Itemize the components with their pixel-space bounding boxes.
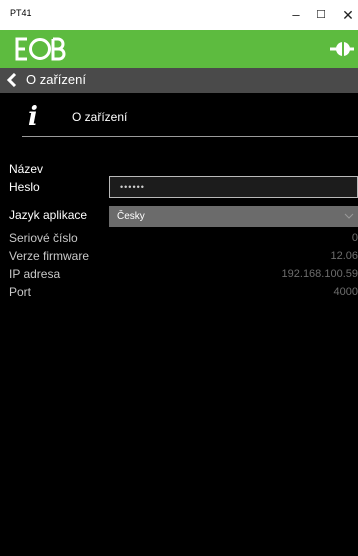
serial-label: Seriové číslo [9, 231, 78, 245]
serial-value: 0 [351, 232, 358, 244]
window-titlebar: PT41 – ☐ ✕ [0, 0, 358, 30]
eob-logo [15, 37, 66, 61]
ip-row: IP adresa 192.168.100.59 [0, 266, 358, 284]
password-field[interactable]: •••••• [109, 176, 358, 198]
connection-plug-icon[interactable] [330, 39, 354, 59]
ip-label: IP adresa [9, 267, 61, 281]
maximize-button[interactable]: ☐ [311, 5, 331, 25]
minimize-button[interactable]: – [286, 5, 306, 25]
port-value: 4000 [333, 286, 358, 298]
port-label: Port [9, 285, 32, 299]
name-label: Název [9, 162, 44, 176]
app-header [0, 30, 358, 68]
language-row: Jazyk aplikace Česky [0, 206, 358, 227]
back-arrow-icon[interactable] [6, 73, 18, 87]
close-button[interactable]: ✕ [338, 5, 358, 25]
device-info-panel: i O zařízení Název Heslo •••••• Jazyk ap… [0, 93, 358, 556]
navigation-bar: O zařízení [0, 68, 358, 93]
section-header: i O zařízení [0, 93, 358, 137]
serial-row: Seriové číslo 0 [0, 230, 358, 248]
section-divider [22, 136, 358, 137]
password-label: Heslo [9, 180, 40, 194]
section-title: O zařízení [72, 110, 128, 124]
chevron-down-icon [344, 213, 354, 219]
firmware-value: 12.06 [330, 250, 358, 262]
password-row: Heslo •••••• [0, 176, 358, 198]
firmware-label: Verze firmware [9, 249, 90, 263]
info-icon: i [28, 102, 38, 132]
ip-value: 192.168.100.59 [281, 268, 358, 280]
firmware-row: Verze firmware 12.06 [0, 248, 358, 266]
language-select-value: Česky [117, 211, 145, 222]
language-select[interactable]: Česky [109, 206, 358, 227]
window-title: PT41 [10, 8, 32, 18]
nav-title[interactable]: O zařízení [26, 72, 86, 87]
port-row: Port 4000 [0, 284, 358, 302]
language-label: Jazyk aplikace [9, 208, 88, 222]
